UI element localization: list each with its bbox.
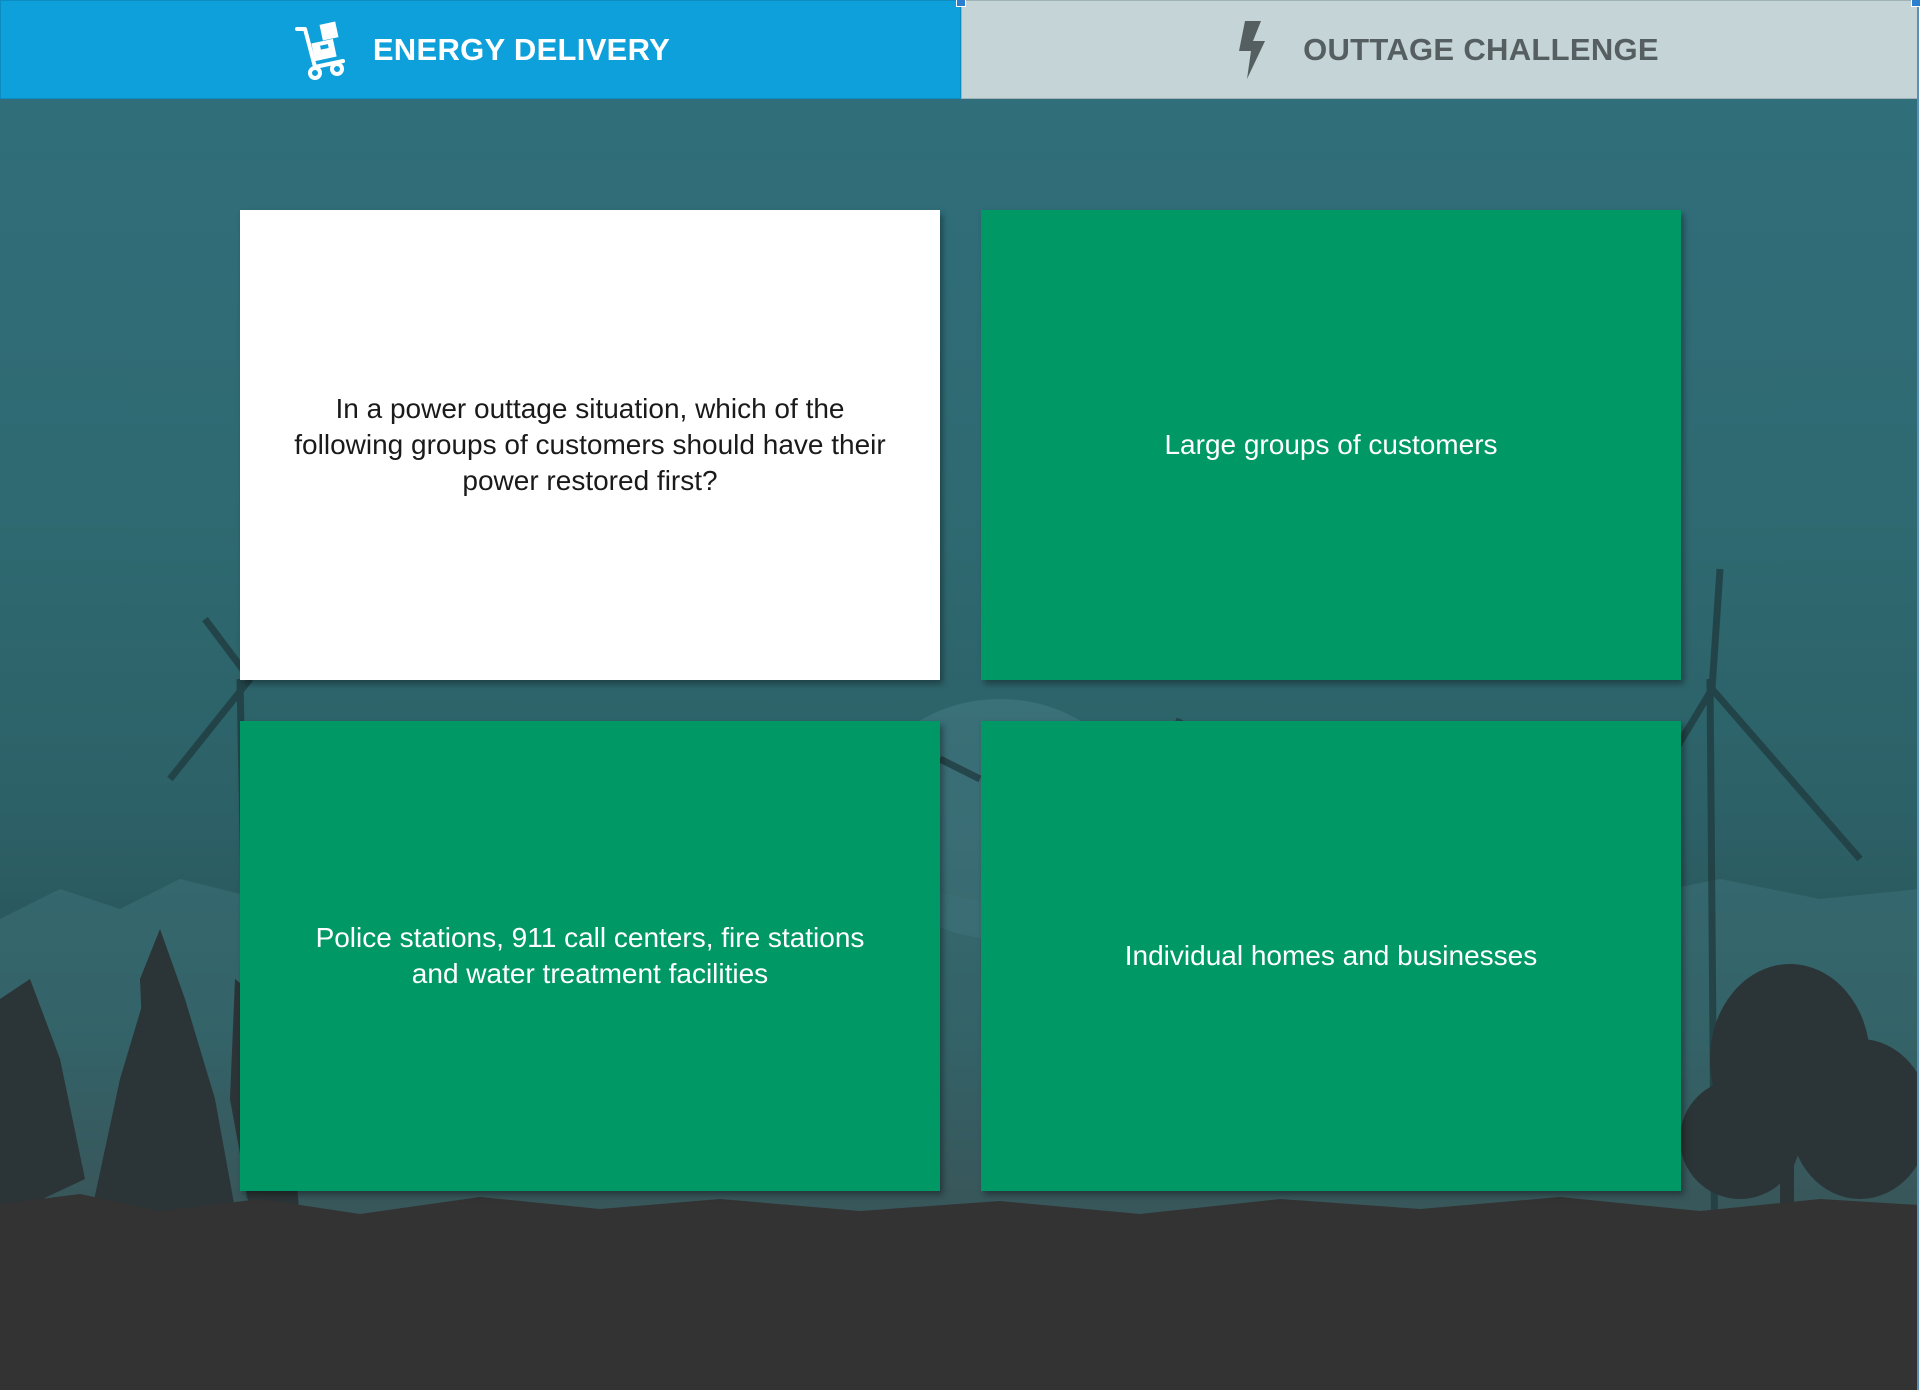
answer-text: Individual homes and businesses: [1124, 940, 1538, 971]
tab-bar: ENERGY DELIVERY OUTTAGE CHALLENGE: [0, 0, 1917, 99]
tab-outtage-challenge[interactable]: OUTTAGE CHALLENGE: [961, 0, 1917, 99]
selection-handle: [956, 0, 966, 7]
question-card: In a power outtage situation, which of t…: [240, 210, 940, 680]
tab-outtage-challenge-label: OUTTAGE CHALLENGE: [1303, 31, 1659, 67]
question-text: In a power outtage situation, which of t…: [294, 393, 886, 496]
answer-card-large-groups[interactable]: Large groups of customers: [981, 210, 1681, 680]
hand-truck-icon: [291, 18, 351, 82]
answer-text: Large groups of customers: [1164, 429, 1498, 460]
answer-card-critical-facilities[interactable]: Police stations, 911 call centers, fire …: [240, 721, 940, 1191]
tab-energy-delivery-label: ENERGY DELIVERY: [372, 31, 671, 67]
answer-text: Police stations, 911 call centers, fire …: [315, 922, 865, 989]
quiz-stage: ENERGY DELIVERY OUTTAGE CHALLENGE In a p…: [0, 0, 1919, 1390]
lightning-bolt-icon: [1221, 18, 1281, 82]
tab-energy-delivery[interactable]: ENERGY DELIVERY: [0, 0, 961, 99]
selection-handle: [1911, 0, 1921, 7]
answer-card-homes-businesses[interactable]: Individual homes and businesses: [981, 721, 1681, 1191]
